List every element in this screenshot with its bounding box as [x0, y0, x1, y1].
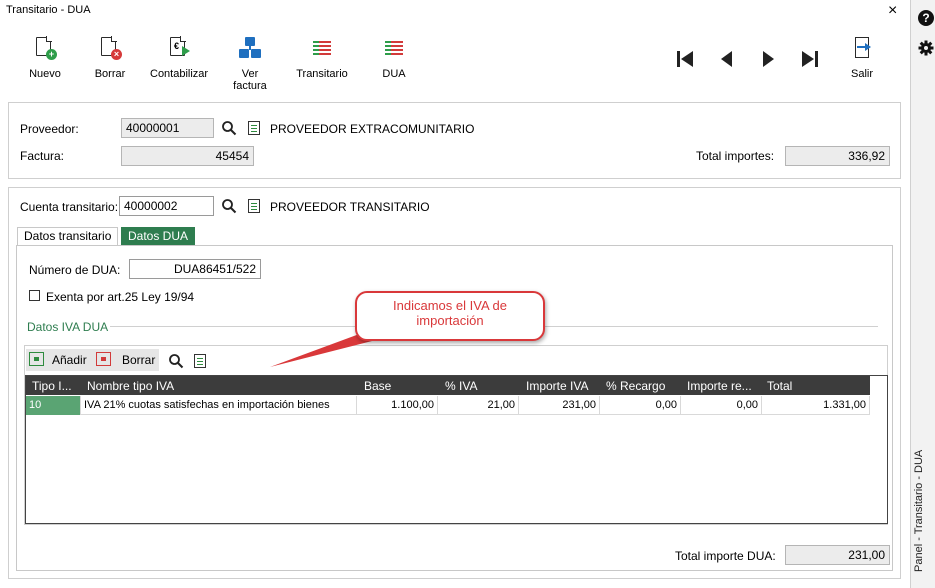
total-importes-label: Total importes: [696, 149, 775, 163]
search-icon[interactable] [221, 120, 237, 136]
supplier-label: Proveedor: [20, 122, 79, 136]
supplier-panel [8, 102, 901, 179]
exit-icon [849, 36, 875, 62]
total-importes-field: 336,92 [785, 146, 890, 166]
transitario-button-label: Transitario [296, 68, 348, 80]
delete-row-icon [96, 352, 111, 366]
transitario-account-label: Cuenta transitario: [20, 200, 119, 214]
datos-iva-section-label: Datos IVA DUA [27, 320, 109, 334]
table-row[interactable]: 10 IVA 21% cuotas satisfechas en importa… [26, 396, 870, 415]
exit-button-label: Salir [850, 68, 873, 80]
record-sheet-icon[interactable] [194, 354, 206, 368]
tab-datos-transitario[interactable]: Datos transitario [17, 227, 119, 245]
delete-button[interactable]: × Borrar [93, 36, 127, 80]
table-cell[interactable]: 1.100,00 [357, 396, 438, 415]
transitario-button[interactable]: Transitario [296, 36, 348, 80]
transitario-name: PROVEEDOR TRANSITARIO [270, 200, 430, 214]
supplier-name: PROVEEDOR EXTRACOMUNITARIO [270, 122, 475, 136]
delete-document-icon: × [97, 36, 123, 62]
invoice-field[interactable]: 45454 [121, 146, 254, 166]
dua-button-label: DUA [382, 68, 406, 80]
tab-datos-dua[interactable]: Datos DUA [121, 227, 196, 245]
help-icon[interactable]: ? [918, 10, 934, 26]
dua-button[interactable]: DUA [377, 36, 411, 80]
dua-number-label: Número de DUA: [29, 263, 121, 277]
column-header[interactable]: Importe IVA [526, 379, 601, 393]
view-invoice-icon [237, 36, 263, 62]
supplier-code-field[interactable]: 40000001 [121, 118, 214, 138]
delete-row-button[interactable]: Borrar [95, 351, 159, 369]
column-header[interactable]: Nombre tipo IVA [87, 379, 347, 393]
total-dua-label: Total importe DUA: [675, 549, 776, 563]
column-header[interactable]: Total [767, 379, 837, 393]
column-header[interactable]: Tipo I... [32, 379, 78, 393]
grid-list-icon [381, 36, 407, 62]
post-button[interactable]: € Contabilizar [150, 36, 208, 80]
delete-row-label: Borrar [122, 353, 156, 367]
callout-line-2: importación [416, 313, 484, 328]
invoice-label: Factura: [20, 149, 65, 163]
table-cell[interactable]: 231,00 [519, 396, 600, 415]
table-cell[interactable]: 0,00 [600, 396, 681, 415]
column-header[interactable]: % IVA [445, 379, 515, 393]
post-button-label: Contabilizar [150, 68, 209, 80]
record-sheet-icon[interactable] [248, 199, 260, 213]
window-title: Transitario - DUA [6, 4, 91, 16]
search-icon[interactable] [221, 198, 237, 214]
side-panel-label[interactable]: Panel - Transitario - DUA [913, 450, 925, 572]
view-invoice-button[interactable]: Ver factura [224, 36, 276, 92]
next-record-icon[interactable] [757, 48, 779, 70]
close-button[interactable]: × [888, 2, 897, 20]
table-cell[interactable]: 1.331,00 [762, 396, 870, 415]
table-cell[interactable]: 10 [26, 396, 81, 415]
first-record-icon[interactable] [674, 48, 696, 70]
table-cell[interactable]: 21,00 [438, 396, 519, 415]
add-row-label: Añadir [52, 353, 87, 367]
exenta-checkbox[interactable] [29, 290, 40, 301]
column-header[interactable]: Base [364, 379, 434, 393]
column-header[interactable]: % Recargo [606, 379, 681, 393]
transitario-account-field[interactable]: 40000002 [119, 196, 214, 216]
grid-header: Tipo I... Nombre tipo IVA Base % IVA Imp… [26, 376, 870, 395]
exit-button[interactable]: Salir [848, 36, 876, 80]
exenta-label: Exenta por art.25 Ley 19/94 [46, 290, 195, 304]
previous-record-icon[interactable] [716, 48, 738, 70]
add-row-icon [29, 352, 44, 366]
search-icon[interactable] [168, 353, 184, 369]
gear-icon[interactable] [918, 40, 934, 56]
column-header[interactable]: Importe re... [687, 379, 757, 393]
callout-line-1: Indicamos el IVA de [393, 298, 507, 313]
new-document-icon: + [32, 36, 58, 62]
grid-list-icon [309, 36, 335, 62]
new-button[interactable]: + Nuevo [28, 36, 62, 80]
add-row-button[interactable]: Añadir [28, 351, 98, 369]
new-button-label: Nuevo [29, 68, 61, 80]
delete-button-label: Borrar [94, 68, 126, 80]
dua-number-field[interactable]: DUA86451/522 [129, 259, 261, 279]
table-cell[interactable]: IVA 21% cuotas satisfechas en importació… [81, 396, 357, 415]
callout-bubble: Indicamos el IVA de importación [355, 291, 545, 341]
last-record-icon[interactable] [799, 48, 821, 70]
post-accounting-icon: € [166, 36, 192, 62]
total-dua-field: 231,00 [785, 545, 890, 565]
view-invoice-label: Ver factura [233, 68, 267, 92]
table-cell[interactable]: 0,00 [681, 396, 762, 415]
record-sheet-icon[interactable] [248, 121, 260, 135]
